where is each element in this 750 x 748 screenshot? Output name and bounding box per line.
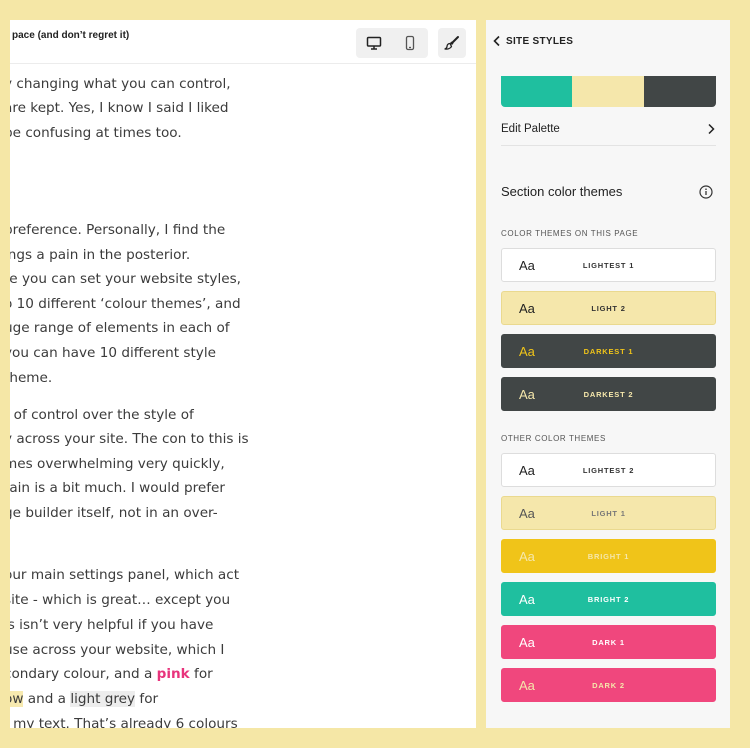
- article-text: uge range of elements in each of: [10, 320, 230, 336]
- article-text: t of control over the style of: [10, 407, 194, 423]
- chevron-left-icon: [493, 35, 500, 47]
- article-line: use across your website, which I: [10, 638, 224, 662]
- article-text: for: [189, 666, 213, 682]
- article-line: condary colour, and a pink for: [10, 662, 213, 686]
- article-text: re you can set your website styles,: [10, 271, 241, 287]
- theme-card-darkest-2[interactable]: Aa DARKEST 2: [501, 377, 716, 411]
- article-text: mes overwhelming very quickly,: [10, 456, 225, 472]
- theme-card-darkest-1[interactable]: Aa DARKEST 1: [501, 334, 716, 368]
- article-line: you can have 10 different style: [10, 341, 216, 365]
- mobile-icon: [405, 35, 415, 51]
- palette-swatch: [572, 76, 644, 107]
- article-text: ings a pain in the posterior.: [10, 247, 191, 263]
- article-text: f my text. That’s already 6 colours: [10, 716, 238, 728]
- article-line: tain is a bit much. I would prefer: [10, 476, 225, 500]
- theme-name: DARK 1: [592, 637, 625, 647]
- page-editor: pace (and don’t regret it) y changing wh…: [10, 20, 476, 728]
- article-line: f my text. That’s already 6 colours: [10, 712, 238, 728]
- color-palette-preview[interactable]: [501, 76, 716, 107]
- article-text: use across your website, which I: [10, 642, 225, 658]
- info-icon[interactable]: [699, 185, 713, 199]
- article-line: mes overwhelming very quickly,: [10, 452, 225, 476]
- article-text: tain is a bit much. I would prefer: [10, 480, 225, 496]
- theme-name: LIGHTEST 1: [582, 260, 635, 270]
- article-line: ge builder itself, not in an over-: [10, 501, 218, 525]
- article-text: and a: [23, 691, 71, 707]
- theme-name: LIGHT 1: [591, 508, 626, 518]
- article-line: y changing what you can control,: [10, 72, 231, 96]
- article-text: condary colour, and a: [10, 666, 157, 682]
- article-line: ings a pain in the posterior.: [10, 243, 190, 267]
- article-hl-grey-text: light grey: [70, 691, 136, 707]
- article-text: y changing what you can control,: [10, 76, 231, 92]
- article-text: o 10 different ‘colour themes’, and: [10, 296, 241, 312]
- device-view-toggle: [356, 28, 428, 58]
- desktop-icon: [366, 36, 382, 50]
- article-text: you can have 10 different style: [10, 345, 216, 361]
- theme-card-light-2[interactable]: Aa LIGHT 2: [501, 291, 716, 325]
- article-text: site - which is great… except you: [10, 592, 231, 608]
- article-text: theme.: [10, 370, 53, 386]
- article-line: o 10 different ‘colour themes’, and: [10, 292, 241, 316]
- back-button[interactable]: SITE STYLES: [492, 35, 573, 47]
- editor-header: pace (and don’t regret it): [10, 20, 476, 64]
- article-line: t of control over the style of: [10, 403, 194, 427]
- article-text: is isn’t very helpful if you have: [10, 617, 214, 633]
- theme-card-dark-1[interactable]: Aa DARK 1: [501, 625, 716, 659]
- article-line: our main settings panel, which act: [10, 563, 239, 587]
- mobile-view-button[interactable]: [392, 28, 428, 58]
- article-text: ge builder itself, not in an over-: [10, 505, 218, 521]
- page-themes-subheading: COLOR THEMES ON THIS PAGE: [501, 229, 639, 238]
- theme-name: LIGHT 2: [591, 303, 626, 313]
- site-styles-panel: SITE STYLES Edit Palette Section color t…: [486, 20, 730, 728]
- theme-card-lightest-1[interactable]: Aa LIGHTEST 1: [501, 248, 716, 282]
- design-button-group: [438, 28, 466, 58]
- theme-name: BRIGHT 2: [587, 594, 630, 604]
- theme-name: LIGHTEST 2: [582, 465, 635, 475]
- page-title: pace (and don’t regret it): [12, 30, 130, 41]
- article-text: are kept. Yes, I know I said I liked: [10, 100, 229, 116]
- article-line: uge range of elements in each of: [10, 316, 230, 340]
- desktop-view-button[interactable]: [356, 28, 392, 58]
- chevron-right-icon: [708, 123, 715, 134]
- article-text: y across your site. The con to this is: [10, 431, 249, 447]
- theme-card-lightest-2[interactable]: Aa LIGHTEST 2: [501, 453, 716, 487]
- theme-name: DARK 2: [592, 680, 625, 690]
- article-line: preference. Personally, I find the: [10, 218, 225, 242]
- paintbrush-icon: [444, 36, 459, 50]
- palette-swatch: [501, 76, 572, 107]
- article-text: our main settings panel, which act: [10, 567, 240, 583]
- section-color-themes-heading: Section color themes: [501, 184, 623, 199]
- article-hl-yellow-text: ow: [10, 691, 24, 707]
- article-line: site - which is great… except you: [10, 588, 230, 612]
- theme-card-bright-1[interactable]: Aa BRIGHT 1: [501, 539, 716, 573]
- panel-title: SITE STYLES: [506, 35, 574, 47]
- article-line: be confusing at times too.: [10, 121, 182, 145]
- article-text: for: [135, 691, 159, 707]
- article-line: are kept. Yes, I know I said I liked: [10, 96, 229, 120]
- article-line: re you can set your website styles,: [10, 267, 241, 291]
- other-themes-subheading: OTHER COLOR THEMES: [501, 434, 606, 443]
- article-text: preference. Personally, I find the: [10, 222, 226, 238]
- edit-palette-button[interactable]: Edit Palette: [501, 112, 716, 146]
- article-pink-text: pink: [156, 666, 190, 682]
- theme-name: BRIGHT 1: [587, 551, 630, 561]
- theme-name: DARKEST 1: [583, 346, 634, 356]
- article-line: is isn’t very helpful if you have: [10, 613, 213, 637]
- theme-card-light-1[interactable]: Aa LIGHT 1: [501, 496, 716, 530]
- article-text: be confusing at times too.: [10, 125, 182, 141]
- theme-name: DARKEST 2: [583, 389, 634, 399]
- article-line: theme.: [10, 366, 52, 390]
- edit-palette-label: Edit Palette: [501, 122, 560, 135]
- theme-card-bright-2[interactable]: Aa BRIGHT 2: [501, 582, 716, 616]
- article-line: ow and a light grey for: [10, 687, 158, 711]
- design-button[interactable]: [438, 28, 466, 58]
- article-line: y across your site. The con to this is: [10, 427, 249, 451]
- palette-swatch: [644, 76, 716, 107]
- theme-card-dark-2[interactable]: Aa DARK 2: [501, 668, 716, 702]
